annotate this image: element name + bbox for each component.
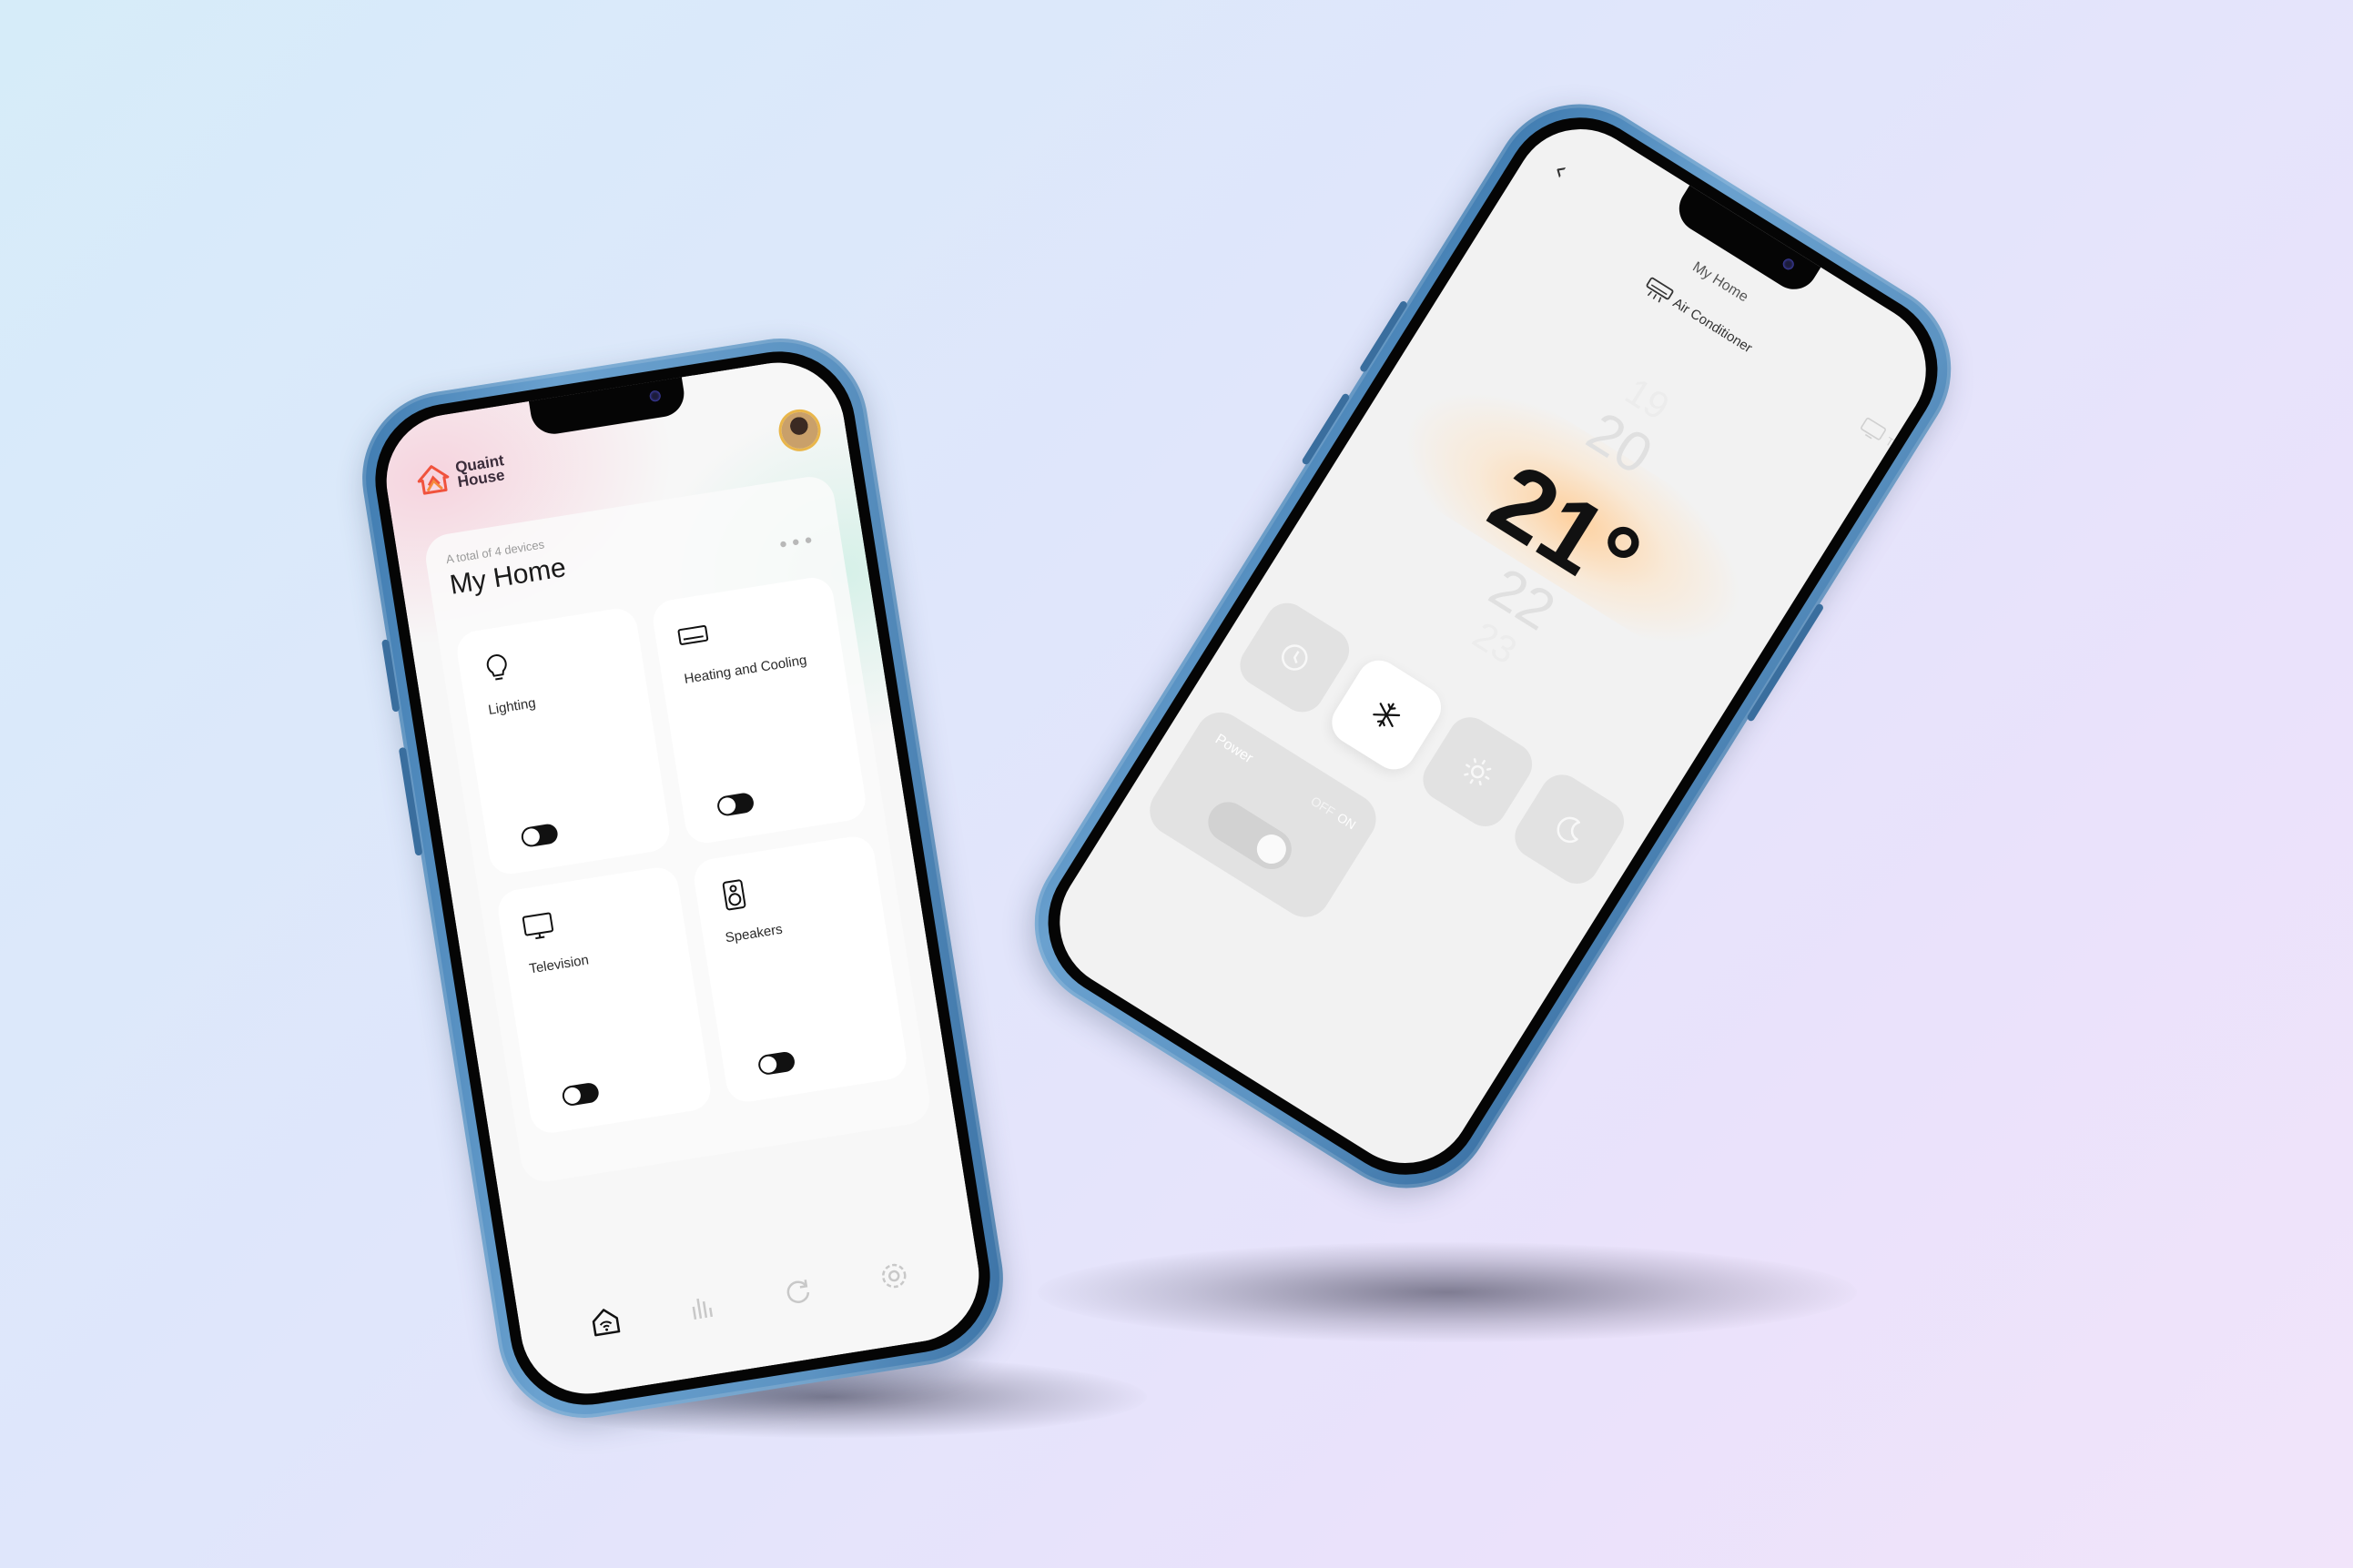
stats-icon[interactable] xyxy=(684,1289,719,1324)
television-icon xyxy=(522,912,554,940)
speaker-icon xyxy=(722,879,746,911)
tab-label: Television xyxy=(1883,433,1935,473)
phone-screen: Quaint House A total of 4 devices My Hom… xyxy=(377,352,989,1404)
avatar[interactable] xyxy=(778,409,821,451)
device-tile-heating-cooling[interactable]: Heating and Cooling xyxy=(650,574,869,846)
air-conditioner-icon xyxy=(1646,277,1674,303)
device-toggle[interactable] xyxy=(520,823,560,849)
device-toggle[interactable] xyxy=(756,1050,796,1077)
mode-timer-button[interactable] xyxy=(1232,594,1358,721)
device-tile-speakers[interactable]: Speakers xyxy=(691,834,910,1105)
power-on-label: ON xyxy=(1334,809,1359,833)
phone-shadow-right xyxy=(1038,1242,1857,1342)
power-label: Power xyxy=(1212,731,1256,767)
brand-logo: Quaint House xyxy=(415,451,508,496)
camera xyxy=(648,389,662,403)
snowflake-icon xyxy=(1372,703,1400,727)
mode-heat-button[interactable] xyxy=(1415,709,1541,835)
refresh-icon[interactable] xyxy=(780,1273,816,1309)
phone-bezel: Quaint House A total of 4 devices My Hom… xyxy=(364,340,1001,1416)
device-label: Lighting xyxy=(487,695,537,719)
brand-name: Quaint House xyxy=(454,451,507,491)
phone-air-conditioner-control: ‹ My Home Lighting Air Conditioner Telev… xyxy=(1001,71,1984,1221)
lightbulb-icon xyxy=(486,654,507,681)
clock-icon xyxy=(1282,644,1308,671)
power-toggle[interactable] xyxy=(1201,794,1300,877)
device-label: Heating and Cooling xyxy=(683,652,808,687)
mode-cool-button[interactable] xyxy=(1324,652,1449,778)
device-label: Speakers xyxy=(724,921,784,946)
phone-bezel: ‹ My Home Lighting Air Conditioner Telev… xyxy=(1019,88,1967,1204)
bottom-nav xyxy=(517,1236,982,1362)
gear-icon[interactable] xyxy=(876,1259,911,1294)
home-card: A total of 4 devices My Home ••• Lightin… xyxy=(421,473,934,1186)
device-tile-television[interactable]: Television xyxy=(495,865,714,1137)
camera xyxy=(1780,257,1797,272)
mode-night-button[interactable] xyxy=(1506,766,1633,893)
notch xyxy=(528,375,688,438)
power-states: OFFON xyxy=(1308,794,1358,833)
device-toggle[interactable] xyxy=(561,1081,601,1108)
device-grid: Lighting Heating and Cooling Television … xyxy=(453,574,910,1137)
house-logo-icon xyxy=(417,465,450,495)
device-tile-lighting[interactable]: Lighting xyxy=(453,605,673,877)
home-icon[interactable] xyxy=(587,1304,623,1340)
tab-lighting[interactable]: Lighting xyxy=(1463,168,1506,202)
air-conditioner-icon xyxy=(677,624,709,645)
device-toggle[interactable] xyxy=(715,791,756,817)
power-off-label: OFF xyxy=(1308,793,1338,820)
tab-television[interactable]: Television xyxy=(1858,417,1936,475)
more-options-button[interactable]: ••• xyxy=(776,530,816,558)
notch xyxy=(1669,183,1822,298)
phone-screen: ‹ My Home Lighting Air Conditioner Telev… xyxy=(1034,104,1952,1189)
phone-home-dashboard: Quaint House A total of 4 devices My Hom… xyxy=(350,326,1016,1431)
side-button xyxy=(381,639,401,713)
television-icon xyxy=(1861,417,1886,440)
device-label: Television xyxy=(528,952,590,977)
moon-icon xyxy=(1557,816,1581,844)
sun-icon xyxy=(1464,758,1492,786)
